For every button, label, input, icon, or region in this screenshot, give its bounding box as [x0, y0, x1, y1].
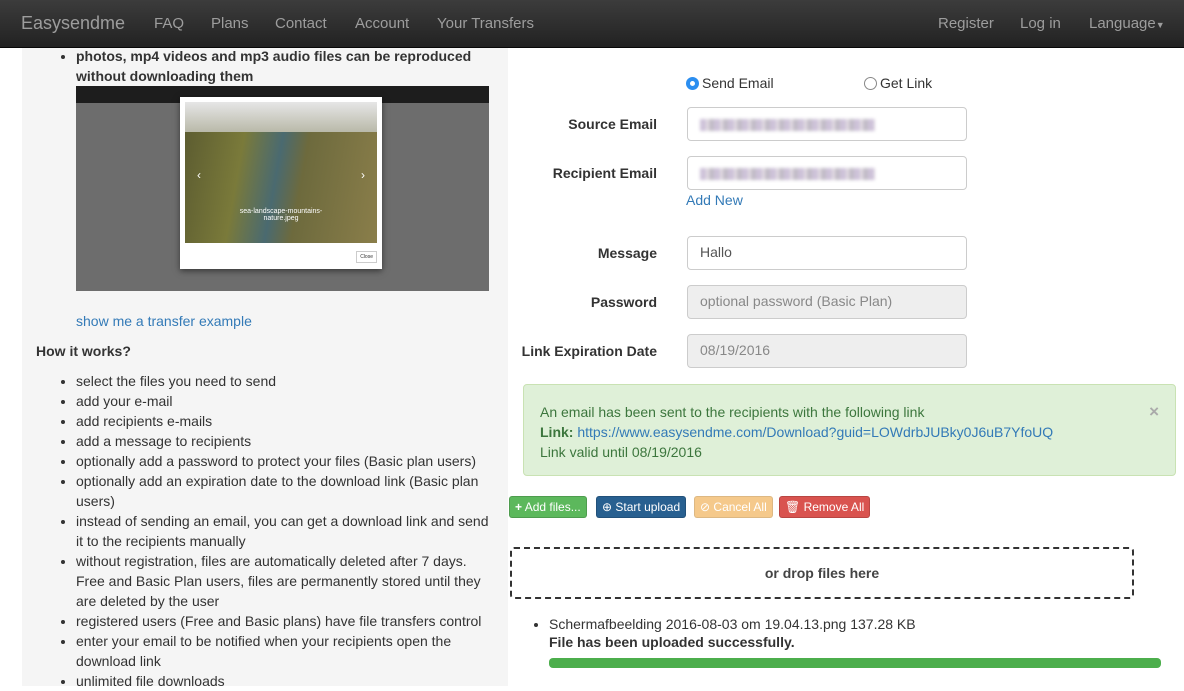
uploaded-file: Schermafbeelding 2016-08-03 om 19.04.13.… — [549, 614, 916, 634]
link-label: Link: — [540, 424, 574, 440]
source-email-label: Source Email — [568, 116, 657, 132]
cancel-all-button[interactable]: ⊘ Cancel All — [694, 496, 773, 518]
step-item: registered users (Free and Basic plans) … — [76, 611, 494, 631]
step-item: optionally add an expiration date to the… — [76, 471, 494, 511]
nav-contact[interactable]: Contact — [275, 15, 327, 32]
step-item: add recipients e-mails — [76, 411, 494, 431]
password-input[interactable]: optional password (Basic Plan) — [687, 285, 967, 319]
message-label: Message — [597, 245, 657, 261]
remove-all-label: Remove All — [803, 500, 865, 514]
password-label: Password — [590, 294, 657, 310]
feature-item: photos, mp4 videos and mp3 audio files c… — [76, 46, 508, 86]
upload-list: Schermafbeelding 2016-08-03 om 19.04.13.… — [549, 614, 916, 634]
nav-account[interactable]: Account — [355, 15, 409, 32]
progress-fill — [549, 658, 1161, 668]
success-alert: An email has been sent to the recipients… — [523, 384, 1176, 476]
step-item: unlimited file downloads — [76, 671, 494, 691]
send-email-label: Send Email — [702, 75, 774, 91]
step-item: optionally add a password to protect you… — [76, 451, 494, 471]
expiry-label: Link Expiration Date — [521, 343, 657, 359]
get-link-label: Get Link — [880, 75, 933, 91]
step-item: without registration, files are automati… — [76, 551, 494, 611]
upload-progress-bar — [549, 658, 1161, 668]
photo-caption: sea-landscape-mountains-nature.jpeg — [239, 208, 323, 222]
transfer-example-link[interactable]: show me a transfer example — [76, 313, 252, 329]
message-input[interactable]: Hallo — [687, 236, 967, 270]
cancel-all-label: Cancel All — [713, 500, 767, 514]
expiry-input[interactable]: 08/19/2016 — [687, 334, 967, 368]
language-label: Language — [1089, 15, 1156, 32]
start-upload-button[interactable]: ⊕ Start upload — [596, 496, 687, 518]
recipient-email-label: Recipient Email — [552, 165, 657, 181]
add-new-link[interactable]: Add New — [686, 192, 743, 208]
trash-icon: 🗑 — [785, 500, 801, 514]
steps-list: select the files you need to sendadd you… — [22, 371, 508, 691]
source-email-input[interactable] — [687, 107, 967, 141]
upload-icon: ⊕ — [602, 500, 613, 514]
nav-language[interactable]: Language▼ — [1089, 15, 1165, 32]
remove-all-button[interactable]: 🗑 Remove All — [779, 496, 871, 518]
send-email-radio[interactable]: Send Email — [686, 75, 774, 91]
download-link[interactable]: https://www.easysendme.com/Download?guid… — [577, 424, 1053, 440]
plus-icon: + — [515, 500, 523, 514]
nav-register[interactable]: Register — [938, 15, 994, 32]
nav-plans[interactable]: Plans — [211, 15, 249, 32]
navbar: Easysendme FAQ Plans Contact Account You… — [0, 0, 1184, 48]
start-upload-label: Start upload — [615, 500, 681, 514]
upload-status: File has been uploaded successfully. — [549, 634, 795, 650]
ban-icon: ⊘ — [700, 500, 711, 514]
caret-down-icon: ▼ — [1155, 20, 1165, 30]
nav-your-transfers[interactable]: Your Transfers — [437, 15, 534, 32]
example-screenshot: ‹ › sea-landscape-mountains-nature.jpeg … — [76, 86, 489, 291]
info-panel: photos, mp4 videos and mp3 audio files c… — [22, 46, 508, 689]
step-item: enter your email to be notified when you… — [76, 631, 494, 671]
landscape-photo: ‹ › sea-landscape-mountains-nature.jpeg — [185, 102, 377, 243]
step-item: add a message to recipients — [76, 431, 494, 451]
alert-message: An email has been sent to the recipients… — [540, 404, 925, 420]
get-link-radio[interactable]: Get Link — [864, 75, 932, 91]
step-item: add your e-mail — [76, 391, 494, 411]
brand-link[interactable]: Easysendme — [21, 13, 125, 34]
step-item: select the files you need to send — [76, 371, 494, 391]
drop-zone[interactable]: or drop files here — [510, 547, 1134, 599]
add-files-button[interactable]: + Add files... — [509, 496, 587, 518]
recipient-email-input[interactable] — [687, 156, 967, 190]
close-icon[interactable]: × — [1149, 402, 1159, 422]
chevron-right-icon: › — [361, 168, 365, 182]
nav-login[interactable]: Log in — [1020, 15, 1061, 32]
link-validity: Link valid until 08/19/2016 — [540, 444, 702, 460]
step-item: instead of sending an email, you can get… — [76, 511, 494, 551]
nav-faq[interactable]: FAQ — [154, 15, 184, 32]
how-it-works-heading: How it works? — [36, 343, 131, 359]
chevron-left-icon: ‹ — [197, 168, 201, 182]
add-files-label: Add files... — [524, 500, 581, 514]
